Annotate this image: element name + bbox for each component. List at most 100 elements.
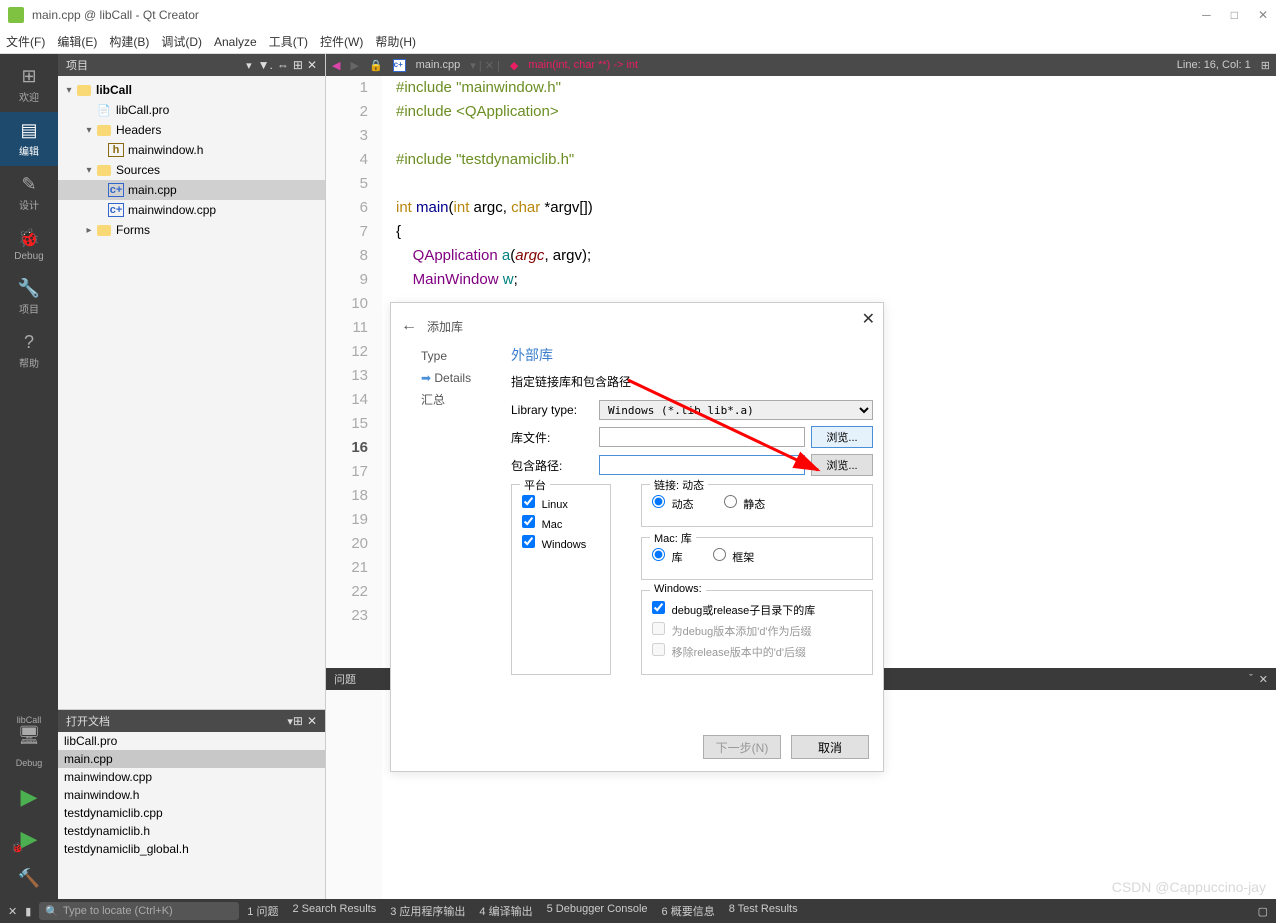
status-tab[interactable]: 8 Test Results xyxy=(729,903,798,919)
mac-lib[interactable]: 库 xyxy=(652,548,683,565)
split-icon[interactable]: ⊞ xyxy=(293,58,303,72)
menu-widgets[interactable]: 控件(W) xyxy=(320,33,363,50)
step-details: Details xyxy=(421,367,501,389)
tree-pro-file[interactable]: 📄libCall.pro xyxy=(58,100,325,120)
nav-back-icon[interactable]: ◀ xyxy=(332,59,340,72)
open-doc-item[interactable]: testdynamiclib.cpp xyxy=(58,804,325,822)
tree-root[interactable]: ▾libCall xyxy=(58,80,325,100)
menu-debug[interactable]: 调试(D) xyxy=(161,33,202,50)
link-group: 链接: 动态 动态 静态 xyxy=(641,484,873,527)
status-tab[interactable]: 1 问题 xyxy=(247,903,278,919)
platform-linux[interactable]: Linux xyxy=(522,495,600,511)
wizard-steps: Type Details 汇总 xyxy=(421,345,501,675)
cancel-button[interactable]: 取消 xyxy=(791,735,869,759)
mode-design[interactable]: ✎设计 xyxy=(0,166,58,220)
dialog-heading: 外部库 xyxy=(511,345,873,365)
step-type: Type xyxy=(421,345,501,367)
link-static[interactable]: 静态 xyxy=(724,495,766,512)
menu-build[interactable]: 构建(B) xyxy=(109,33,149,50)
menu-analyze[interactable]: Analyze xyxy=(214,35,257,49)
mode-bar: ⊞欢迎 ▤编辑 ✎设计 🐞Debug 🔧项目 ?帮助 libCall🖥Debug… xyxy=(0,54,58,899)
open-docs-panel: 打开文档▾⊞✕ libCall.promain.cppmainwindow.cp… xyxy=(58,709,325,899)
win-opt3[interactable]: 移除release版本中的'd'后缀 xyxy=(652,643,862,660)
filter-icon[interactable]: ▼. xyxy=(258,58,273,72)
progress-icon[interactable]: ▢ xyxy=(1258,905,1268,918)
browse-include-button[interactable]: 浏览... xyxy=(811,454,873,476)
status-tab[interactable]: 4 编译输出 xyxy=(479,903,532,919)
open-doc-item[interactable]: main.cpp xyxy=(58,750,325,768)
lib-file-input[interactable] xyxy=(599,427,805,447)
mode-edit[interactable]: ▤编辑 xyxy=(0,112,58,166)
open-doc-item[interactable]: libCall.pro xyxy=(58,732,325,750)
close-panel-icon[interactable]: ✕ xyxy=(307,714,317,728)
editor-func-crumb[interactable]: main(int, char **) -> int xyxy=(528,59,638,71)
status-tab[interactable]: 3 应用程序输出 xyxy=(390,903,465,919)
win-opt2[interactable]: 为debug版本添加'd'作为后缀 xyxy=(652,622,862,639)
platform-group: 平台 Linux Mac Windows xyxy=(511,484,611,675)
editor-file-crumb[interactable]: main.cpp xyxy=(416,59,461,71)
open-doc-item[interactable]: mainwindow.h xyxy=(58,786,325,804)
platform-mac[interactable]: Mac xyxy=(522,515,600,531)
lib-type-select[interactable]: Windows (*.lib lib*.a) xyxy=(599,400,873,420)
toggle-sidebar-icon[interactable]: ▮ xyxy=(25,905,31,918)
tree-forms[interactable]: ▸Forms xyxy=(58,220,325,240)
open-doc-item[interactable]: testdynamiclib.h xyxy=(58,822,325,840)
close-output-icon[interactable]: ✕ xyxy=(8,905,17,918)
link-dynamic[interactable]: 动态 xyxy=(652,495,694,512)
run-button[interactable]: ▶ xyxy=(21,776,38,818)
mode-help[interactable]: ?帮助 xyxy=(0,324,58,378)
locator-input[interactable]: 🔍Type to locate (Ctrl+K) xyxy=(39,902,239,920)
windows-group: Windows: debug或release子目录下的库 为debug版本添加'… xyxy=(641,590,873,675)
status-tab[interactable]: 6 概要信息 xyxy=(662,903,715,919)
mode-welcome[interactable]: ⊞欢迎 xyxy=(0,58,58,112)
next-button[interactable]: 下一步(N) xyxy=(703,735,781,759)
tree-source-mainwindow[interactable]: c+mainwindow.cpp xyxy=(58,200,325,220)
menu-tools[interactable]: 工具(T) xyxy=(269,33,308,50)
close-pane-icon[interactable]: ✕ xyxy=(1259,673,1268,686)
run-debug-button[interactable]: ▶🐞 xyxy=(21,818,38,860)
win-opt1[interactable]: debug或release子目录下的库 xyxy=(652,601,862,618)
lock-icon[interactable]: 🔒 xyxy=(369,59,383,72)
back-arrow-icon[interactable]: ← xyxy=(401,317,417,335)
open-doc-item[interactable]: mainwindow.cpp xyxy=(58,768,325,786)
browse-lib-button[interactable]: 浏览... xyxy=(811,426,873,448)
tree-headers[interactable]: ▾Headers xyxy=(58,120,325,140)
window-title: main.cpp @ libCall - Qt Creator xyxy=(32,8,199,22)
menu-help[interactable]: 帮助(H) xyxy=(375,33,416,50)
menu-edit[interactable]: 编辑(E) xyxy=(57,33,97,50)
tree-source-main[interactable]: c+main.cpp xyxy=(58,180,325,200)
mac-group: Mac: 库 库 框架 xyxy=(641,537,873,580)
expand-icon[interactable]: ˇ xyxy=(1249,673,1253,686)
open-doc-item[interactable]: testdynamiclib_global.h xyxy=(58,840,325,858)
project-tree[interactable]: ▾libCall 📄libCall.pro ▾Headers hmainwind… xyxy=(58,76,325,709)
tree-header-file[interactable]: hmainwindow.h xyxy=(58,140,325,160)
dialog-close-icon[interactable]: ✕ xyxy=(862,309,875,329)
minimize-icon[interactable]: ─ xyxy=(1202,8,1211,22)
close-panel-icon[interactable]: ✕ xyxy=(307,58,317,72)
nav-fwd-icon[interactable]: ▶ xyxy=(350,59,358,72)
menu-file[interactable]: 文件(F) xyxy=(6,33,45,50)
close-icon[interactable]: ✕ xyxy=(1258,8,1268,22)
mode-projects[interactable]: 🔧项目 xyxy=(0,270,58,324)
build-button[interactable]: 🔨 xyxy=(0,860,58,899)
include-path-input[interactable] xyxy=(599,455,805,475)
split-icon[interactable]: ⊞ xyxy=(293,714,303,728)
tree-sources[interactable]: ▾Sources xyxy=(58,160,325,180)
statusbar: ✕ ▮ 🔍Type to locate (Ctrl+K) 1 问题 2 Searc… xyxy=(0,899,1276,923)
mode-debug[interactable]: 🐞Debug xyxy=(0,220,58,270)
mac-framework[interactable]: 框架 xyxy=(713,548,755,565)
status-tab[interactable]: 2 Search Results xyxy=(292,903,376,919)
project-panel-header: 项目 ▾ ▼.⇔⊞✕ xyxy=(58,54,325,76)
platform-windows[interactable]: Windows xyxy=(522,535,600,551)
side-panel: 项目 ▾ ▼.⇔⊞✕ ▾libCall 📄libCall.pro ▾Header… xyxy=(58,54,326,899)
lib-type-label: Library type: xyxy=(511,403,599,417)
status-tab[interactable]: 5 Debugger Console xyxy=(547,903,648,919)
kit-selector[interactable]: libCall🖥Debug xyxy=(0,707,58,776)
dialog-subtitle: 指定链接库和包含路径 xyxy=(511,373,873,390)
menubar: 文件(F) 编辑(E) 构建(B) 调试(D) Analyze 工具(T) 控件… xyxy=(0,30,1276,54)
link-icon[interactable]: ⇔ xyxy=(277,58,289,72)
maximize-icon[interactable]: □ xyxy=(1231,8,1238,22)
search-icon: 🔍 xyxy=(45,905,59,918)
add-library-dialog: ✕ ←添加库 Type Details 汇总 外部库 指定链接库和包含路径 Li… xyxy=(390,302,884,772)
split-editor-icon[interactable]: ⊞ xyxy=(1261,59,1270,72)
